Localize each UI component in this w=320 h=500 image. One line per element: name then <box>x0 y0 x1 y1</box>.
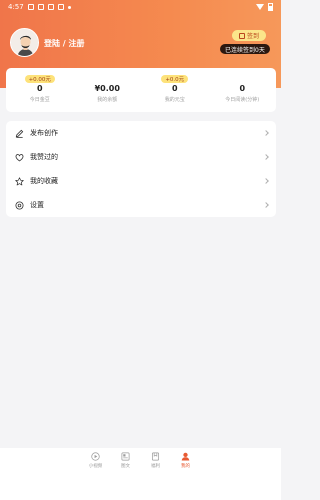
chevron-right-icon <box>263 154 269 160</box>
star-icon <box>14 176 24 186</box>
system-nav-bar <box>0 476 281 500</box>
chevron-right-icon <box>263 130 269 136</box>
battery-icon <box>268 3 273 11</box>
gift-icon <box>151 452 160 461</box>
login-register-link[interactable]: 登陆 / 注册 <box>44 38 85 49</box>
tab-label: 图文 <box>121 464 130 469</box>
avatar[interactable] <box>10 28 39 57</box>
wifi-icon <box>256 4 264 10</box>
stat-value: ¥0.00 <box>94 84 120 93</box>
menu-item-publish[interactable]: 发布创作 <box>6 121 276 145</box>
stat-value: 0 <box>171 84 178 93</box>
pencil-icon <box>14 128 24 138</box>
stat-today-beans[interactable]: +0.00元 0 今日金豆 <box>6 68 74 112</box>
chevron-right-icon <box>263 202 269 208</box>
tab-welfare[interactable]: 福利 <box>145 452 167 476</box>
stat-ingots[interactable]: +0.0元 0 我的元宝 <box>141 68 209 112</box>
stat-label: 今日阅读(分钟) <box>225 97 260 103</box>
menu-item-label: 发布创作 <box>30 129 58 137</box>
tab-label: 我的 <box>181 464 190 469</box>
bottom-tab-bar: 小视频 图文 福利 我的 <box>0 448 281 476</box>
stat-pill: +0.00元 <box>24 75 55 83</box>
tab-label: 小视频 <box>88 464 103 469</box>
menu-item-liked[interactable]: 我赞过的 <box>6 145 276 169</box>
tab-label: 福利 <box>151 464 160 469</box>
menu-item-settings[interactable]: 设置 <box>6 193 276 217</box>
tab-short-video[interactable]: 小视频 <box>85 452 107 476</box>
chevron-right-icon <box>263 178 269 184</box>
tab-articles[interactable]: 图文 <box>115 452 137 476</box>
user-icon <box>181 452 190 461</box>
stat-label: 我的元宝 <box>164 97 185 103</box>
notification-icon <box>37 4 44 10</box>
gear-icon <box>14 200 24 210</box>
calendar-icon <box>238 32 245 39</box>
tab-mine[interactable]: 我的 <box>175 452 197 476</box>
menu-item-label: 设置 <box>30 201 44 209</box>
checkin-button[interactable]: 签到 <box>232 30 266 41</box>
menu-item-favorites[interactable]: 我的收藏 <box>6 169 276 193</box>
notification-icon <box>27 4 34 10</box>
menu-list: 发布创作 我赞过的 我的收藏 设置 <box>6 121 276 217</box>
notification-icon <box>47 4 54 10</box>
heart-icon <box>14 152 24 162</box>
more-notifications-icon <box>67 5 71 9</box>
play-icon <box>91 452 100 461</box>
stats-card: +0.00元 0 今日金豆 ¥0.00 我的余额 +0.0元 0 我的元宝 0 … <box>6 68 276 112</box>
checkin-streak-badge: 已连续签到0天 <box>220 44 270 54</box>
article-icon <box>121 452 130 461</box>
checkin-button-label: 签到 <box>246 33 259 40</box>
stat-label: 我的余额 <box>97 97 118 103</box>
stat-pill: +0.0元 <box>161 75 189 83</box>
stat-reading-minutes[interactable]: 0 今日阅读(分钟) <box>209 68 277 112</box>
status-bar: 4:57 <box>0 0 281 14</box>
menu-item-label: 我赞过的 <box>30 153 58 161</box>
stat-balance[interactable]: ¥0.00 我的余额 <box>74 68 142 112</box>
menu-item-label: 我的收藏 <box>30 177 58 185</box>
stat-value: 0 <box>239 84 246 93</box>
stat-label: 今日金豆 <box>29 97 50 103</box>
stat-value: 0 <box>36 84 43 93</box>
notification-icon <box>57 4 64 10</box>
status-time: 4:57 <box>8 3 24 11</box>
